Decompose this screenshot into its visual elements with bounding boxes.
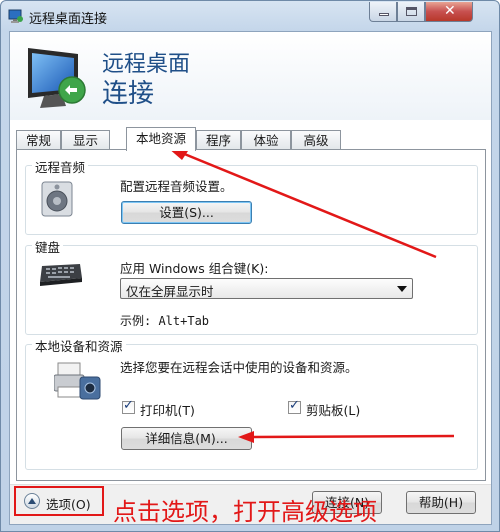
speaker-icon: [41, 181, 73, 217]
local-devices-label: 本地设备和资源: [32, 336, 126, 355]
local-devices-description: 选择您要在远程会话中使用的设备和资源。: [120, 360, 358, 375]
key-combo-select[interactable]: 仅在全屏显示时: [120, 278, 413, 299]
expand-up-icon: [24, 493, 40, 509]
local-resources-panel: 远程音频 配置远程音频设置。 设置(S)... 键盘 应用 Windows 组合…: [16, 149, 486, 481]
apply-key-combo-label: 应用 Windows 组合键(K):: [120, 261, 269, 276]
tab-programs[interactable]: 程序: [196, 130, 241, 150]
checkmark-icon: ✓: [123, 398, 134, 413]
audio-description: 配置远程音频设置。: [120, 179, 233, 194]
keyboard-group: 键盘 应用 Windows 组合键(K): 仅在全屏显示时 示例: Alt+Ta…: [25, 237, 478, 335]
client-area: 远程桌面 连接 常规 显示 本地资源 程序 体验 高级 远程音频 配置远程音频设…: [9, 31, 492, 526]
tab-general[interactable]: 常规: [16, 130, 61, 150]
keyboard-icon: [40, 264, 82, 286]
key-combo-selected: 仅在全屏显示时: [126, 284, 214, 299]
maximize-button[interactable]: [397, 2, 425, 22]
rdp-window: 远程桌面连接 ✕ 远程桌面 连接 常规 显示 本地资源 程序 体验 高级 远程音…: [0, 0, 500, 532]
help-button[interactable]: 帮助(H): [406, 491, 476, 514]
dialog-header: 远程桌面 连接: [10, 32, 491, 120]
options-button[interactable]: 选项(O): [14, 486, 104, 516]
checkmark-icon: ✓: [289, 398, 300, 413]
tab-experience[interactable]: 体验: [241, 130, 291, 150]
details-button[interactable]: 详细信息(M)...: [121, 427, 252, 450]
tab-local-resources[interactable]: 本地资源: [126, 127, 196, 151]
monitor-icon: [28, 48, 86, 108]
window-title: 远程桌面连接: [29, 12, 108, 27]
remote-desktop-icon: [8, 9, 23, 23]
title-bar[interactable]: 远程桌面连接 ✕: [1, 1, 499, 31]
tab-display[interactable]: 显示: [61, 130, 110, 150]
keyboard-label: 键盘: [32, 237, 64, 256]
dialog-footer: 选项(O) 连接(N) 帮助(H) 点击选项，打开高级选项: [10, 484, 491, 526]
minimize-button[interactable]: [369, 2, 397, 22]
header-title-line2: 连接: [102, 79, 155, 109]
key-combo-example: 示例: Alt+Tab: [120, 314, 210, 328]
chevron-down-icon: [397, 286, 407, 292]
clipboard-label[interactable]: 剪贴板(L): [306, 400, 360, 419]
close-button[interactable]: ✕: [425, 2, 473, 22]
annotation-text: 点击选项，打开高级选项: [113, 498, 377, 526]
close-icon: ✕: [444, 3, 456, 19]
printer-label[interactable]: 打印机(T): [140, 400, 195, 419]
options-label: 选项(O): [46, 497, 91, 512]
printer-checkbox[interactable]: ✓: [122, 398, 135, 414]
devices-icon: [54, 362, 101, 400]
remote-audio-label: 远程音频: [32, 157, 89, 176]
clipboard-checkbox[interactable]: ✓: [288, 398, 301, 414]
local-devices-group: 本地设备和资源 选择您要在远程会话中使用的设备和资源。 ✓ 打印机(T) ✓ 剪…: [25, 336, 478, 470]
audio-settings-button[interactable]: 设置(S)...: [121, 201, 252, 224]
maximize-icon: [406, 7, 417, 16]
remote-audio-group: 远程音频 配置远程音频设置。 设置(S)...: [25, 157, 478, 235]
minimize-icon: [379, 13, 389, 16]
tab-advanced[interactable]: 高级: [291, 130, 341, 150]
